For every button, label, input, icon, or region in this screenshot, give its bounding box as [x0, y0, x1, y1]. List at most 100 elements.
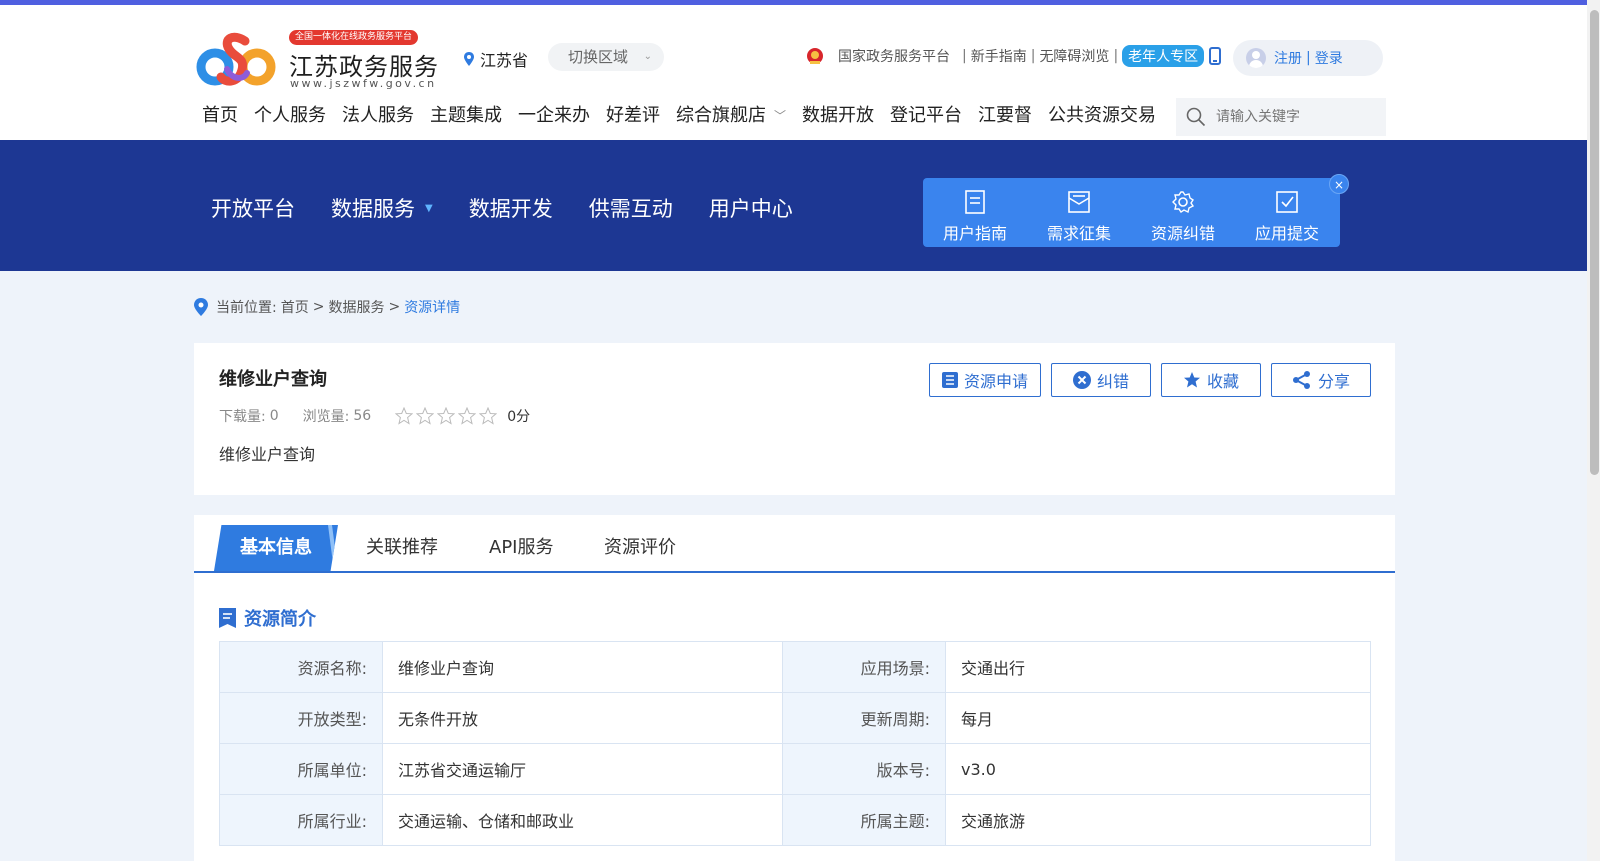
downloads-label: 下载量: [219, 409, 266, 425]
link-beginner-guide[interactable]: 新手指南 [971, 46, 1027, 66]
caret-down-icon: ▼ [425, 202, 433, 214]
star-outline-icon [479, 407, 498, 425]
scrollbar-thumb[interactable] [1590, 10, 1599, 475]
breadcrumb-home[interactable]: 首页 [281, 297, 309, 317]
subnav-supply-demand[interactable]: 供需互动 [589, 193, 673, 223]
report-error-button[interactable]: 纠错 [1051, 363, 1151, 397]
nav-personal-service[interactable]: 个人服务 [254, 101, 326, 143]
resource-info-table: 资源名称: 维修业户查询 应用场景: 交通出行 开放类型: 无条件开放 更新周期… [219, 641, 1371, 846]
breadcrumb-sep: > [388, 299, 401, 315]
main-nav: 首页 个人服务 法人服务 主题集成 一企来办 好差评 综合旗舰店 ﹀ 数据开放 登… [202, 101, 1172, 145]
logo-badge: 全国一体化在线政务服务平台 [289, 30, 419, 45]
views-label: 浏览量: [302, 409, 350, 425]
favorite-button[interactable]: 收藏 [1161, 363, 1261, 397]
breadcrumb: 当前位置: 首页 > 数据服务 > 资源详情 [194, 297, 460, 317]
nav-home[interactable]: 首页 [202, 101, 238, 143]
subnav-data-development[interactable]: 数据开发 [469, 193, 553, 223]
platform-subnav: 开放平台 数据服务 ▼ 数据开发 供需互动 用户中心 [211, 193, 829, 223]
search-box [1176, 98, 1386, 136]
quick-resource-correction[interactable]: 资源纠错 [1131, 178, 1235, 247]
checkbox-icon [1276, 191, 1298, 213]
x-circle-icon [1072, 371, 1091, 389]
rating-stars[interactable] [395, 407, 498, 425]
switch-region-dropdown[interactable]: 切换区域 ⌄ [548, 43, 664, 71]
national-emblem-icon [807, 48, 823, 64]
star-icon [1183, 372, 1200, 388]
field-label: 开放类型: [219, 692, 383, 744]
nav-flagship-store[interactable]: 综合旗舰店 ﹀ [676, 101, 786, 143]
subnav-open-platform[interactable]: 开放平台 [211, 193, 295, 223]
downloads-count: 0 [269, 408, 279, 424]
mobile-phone-icon[interactable] [1209, 47, 1221, 65]
breadcrumb-current: 资源详情 [404, 300, 461, 316]
data-platform-banner: 开放平台 数据服务 ▼ 数据开发 供需互动 用户中心 用户指南 需求征集 资源纠错… [0, 140, 1600, 271]
star-outline-icon [395, 407, 414, 425]
site-logo[interactable]: 全国一体化在线政务服务平台 江苏政务服务 www.jszwfw.gov.cn [195, 25, 440, 93]
nav-rating[interactable]: 好差评 [606, 101, 660, 143]
link-separator: | [1030, 48, 1036, 64]
nav-public-resource-trade[interactable]: 公共资源交易 [1048, 101, 1156, 143]
quick-app-submission[interactable]: 应用提交 [1235, 178, 1339, 247]
subnav-data-service[interactable]: 数据服务 ▼ [331, 193, 433, 223]
subnav-user-center[interactable]: 用户中心 [709, 193, 793, 223]
resource-title: 维修业户查询 [219, 369, 327, 390]
apply-resource-button[interactable]: 资源申请 [929, 363, 1041, 397]
nav-corporate-service[interactable]: 法人服务 [342, 101, 414, 143]
nav-supervision[interactable]: 江要督 [978, 101, 1032, 143]
quick-demand-collection[interactable]: 需求征集 [1027, 178, 1131, 247]
logo-url: www.jszwfw.gov.cn [290, 77, 437, 90]
field-label: 应用场景: [782, 641, 946, 693]
field-value: 交通出行 [945, 641, 1371, 693]
table-row: 资源名称: 维修业户查询 应用场景: 交通出行 [219, 641, 1371, 693]
tab-api-service[interactable]: API服务 [489, 525, 553, 571]
field-value: 交通运输、仓储和邮政业 [382, 794, 783, 846]
resource-description: 维修业户查询 [219, 445, 316, 464]
search-icon[interactable] [1186, 107, 1206, 127]
field-value: v3.0 [945, 743, 1371, 795]
switch-region-label: 切换区域 [568, 48, 629, 66]
register-link[interactable]: 注册 [1274, 48, 1302, 68]
field-value: 交通旅游 [945, 794, 1371, 846]
field-value: 维修业户查询 [382, 641, 783, 693]
detail-tabs: 基本信息 关联推荐 API服务 资源评价 [194, 515, 1395, 573]
breadcrumb-data-service[interactable]: 数据服务 [328, 297, 384, 317]
user-avatar-icon [1246, 48, 1266, 68]
views-count: 56 [353, 408, 372, 424]
location-pin-icon [464, 52, 474, 66]
chevron-down-icon: ﹀ [774, 109, 787, 123]
share-button[interactable]: 分享 [1271, 363, 1371, 397]
login-separator: | [1306, 50, 1311, 66]
star-outline-icon [458, 407, 477, 425]
nav-open-data[interactable]: 数据开放 [799, 101, 878, 145]
login-link[interactable]: 登录 [1315, 48, 1343, 68]
field-label: 所属单位: [219, 743, 383, 795]
rating-score: 0分 [507, 409, 531, 425]
page-scrollbar[interactable] [1587, 0, 1600, 861]
link-elderly-zone[interactable]: 老年人专区 [1122, 45, 1205, 67]
field-value: 江苏省交通运输厅 [382, 743, 783, 795]
link-separator: | [1113, 48, 1119, 64]
nav-theme-integration[interactable]: 主题集成 [430, 101, 502, 143]
close-panel-button[interactable]: × [1329, 174, 1349, 194]
region-label: 江苏省 [480, 51, 529, 70]
field-label: 所属行业: [219, 794, 383, 846]
breadcrumb-prefix: 当前位置: [216, 300, 277, 316]
star-outline-icon [437, 407, 456, 425]
quick-user-guide[interactable]: 用户指南 [923, 178, 1027, 247]
nav-one-enterprise[interactable]: 一企来办 [518, 101, 590, 143]
tab-related-recommendations[interactable]: 关联推荐 [366, 525, 438, 571]
guide-book-icon [965, 190, 985, 214]
section-resource-intro: 资源简介 [219, 605, 316, 631]
resource-summary-card: 维修业户查询 下载量: 0 浏览量: 56 0分 维修业户查询 资源申请 纠错 … [194, 343, 1395, 495]
tab-basic-info[interactable]: 基本信息 [214, 525, 338, 571]
search-input[interactable] [1216, 109, 1376, 125]
nav-registration-platform[interactable]: 登记平台 [890, 101, 962, 143]
link-national-platform[interactable]: 国家政务服务平台 [838, 46, 950, 66]
tab-resource-review[interactable]: 资源评价 [604, 525, 676, 571]
chevron-down-icon: ⌄ [643, 51, 652, 62]
field-value: 无条件开放 [382, 692, 783, 744]
link-accessibility[interactable]: 无障碍浏览 [1039, 46, 1109, 66]
table-row: 所属单位: 江苏省交通运输厅 版本号: v3.0 [219, 743, 1371, 795]
top-links: 国家政务服务平台 | 新手指南 | 无障碍浏览 | 老年人专区 [806, 45, 1205, 67]
list-icon [941, 372, 958, 388]
